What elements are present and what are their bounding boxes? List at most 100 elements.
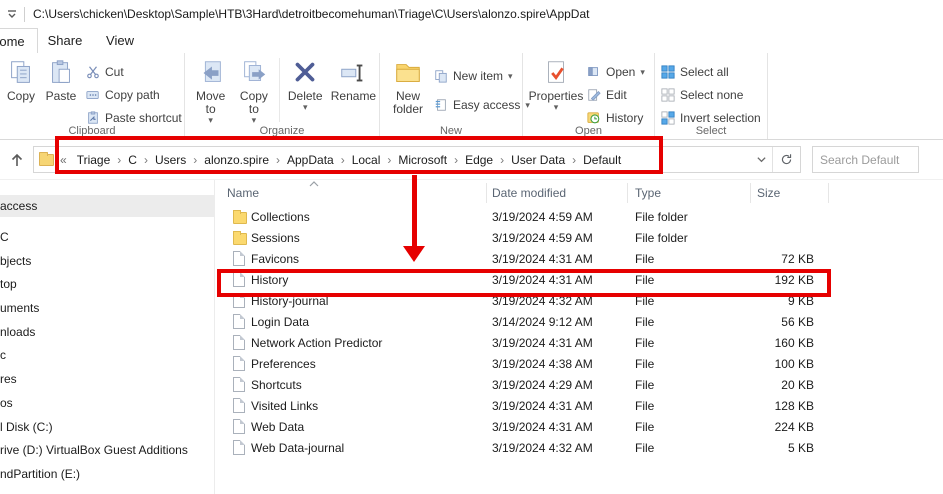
- sidebar-item[interactable]: res: [0, 368, 214, 390]
- address-bar[interactable]: « Triage › C › Users › alonzo.spire › AppData › Lo…: [33, 146, 801, 173]
- select-all-button[interactable]: Select all: [661, 60, 761, 83]
- sidebar-item[interactable]: access: [0, 195, 214, 217]
- up-arrow-icon: [11, 153, 23, 166]
- breadcrumb-item[interactable]: alonzo.spire: [198, 153, 275, 167]
- sidebar-item[interactable]: ndPartition (E:): [0, 463, 214, 485]
- breadcrumb-item[interactable]: Default: [577, 153, 627, 167]
- file-row[interactable]: Favicons 3/19/2024 4:31 AM File 72 KB: [215, 249, 943, 270]
- properties-dropdown-icon: ▾: [553, 102, 559, 112]
- refresh-button[interactable]: [772, 147, 800, 172]
- group-label-open: Open: [575, 125, 602, 137]
- breadcrumb: Triage › C › Users › alonzo.spire › AppData › Loca…: [71, 153, 627, 167]
- new-folder-icon: [396, 64, 420, 82]
- tab-view[interactable]: View: [95, 28, 145, 53]
- properties-button[interactable]: Properties ▾: [527, 56, 585, 112]
- file-row[interactable]: Login Data 3/14/2024 9:12 AM File 56 KB: [215, 312, 943, 333]
- file-type: File: [635, 378, 655, 392]
- column-header-name[interactable]: Name: [227, 186, 259, 200]
- file-row[interactable]: Network Action Predictor 3/19/2024 4:31 A…: [215, 333, 943, 354]
- breadcrumb-item[interactable]: User Data: [505, 153, 571, 167]
- file-row[interactable]: History 3/19/2024 4:31 AM File 192 KB: [215, 270, 943, 291]
- quick-access-toolbar-icon[interactable]: [6, 8, 18, 20]
- easy-access-button[interactable]: Easy access ▾: [434, 93, 530, 116]
- breadcrumb-item[interactable]: Local: [346, 153, 387, 167]
- column-divider[interactable]: [828, 183, 829, 203]
- file-row[interactable]: History-journal 3/19/2024 4:32 AM File 9 KB: [215, 291, 943, 312]
- file-size: 5 KB: [787, 441, 814, 455]
- tab-share-label: Share: [47, 33, 83, 48]
- edit-button[interactable]: Edit: [587, 83, 645, 106]
- column-divider[interactable]: [486, 183, 487, 203]
- titlebar-separator: [24, 6, 25, 22]
- breadcrumb-item[interactable]: Edge: [459, 153, 499, 167]
- file-row[interactable]: Visited Links 3/19/2024 4:31 AM File 128 KB: [215, 396, 943, 417]
- easy-access-button-label: Easy access: [453, 97, 521, 112]
- file-date-modified: 3/19/2024 4:32 AM: [492, 294, 593, 308]
- new-folder-button[interactable]: New folder: [386, 56, 430, 116]
- file-name: Sessions: [251, 231, 300, 245]
- column-divider[interactable]: [750, 183, 751, 203]
- column-header-type[interactable]: Type: [635, 186, 661, 200]
- address-bar-row: « Triage › C › Users › alonzo.spire › AppData › Lo…: [0, 140, 943, 180]
- up-button[interactable]: [4, 147, 30, 173]
- column-divider[interactable]: [627, 183, 628, 203]
- file-size: 9 KB: [787, 294, 814, 308]
- tab-share[interactable]: Share: [40, 28, 90, 53]
- file-size: 72 KB: [781, 252, 814, 266]
- file-icon: [233, 419, 245, 434]
- file-type: File folder: [635, 231, 688, 245]
- ribbon: Copy Paste Cut Copy path Paste shortcut …: [0, 53, 943, 140]
- cut-button[interactable]: Cut: [86, 60, 182, 83]
- copy-to-button[interactable]: Copy to ▾: [232, 56, 275, 125]
- sidebar-item[interactable]: l Disk (C:): [0, 416, 214, 438]
- delete-button[interactable]: Delete ▾: [283, 56, 328, 112]
- file-name: Visited Links: [251, 399, 319, 413]
- file-name: Collections: [251, 210, 310, 224]
- copy-button[interactable]: Copy: [2, 56, 40, 103]
- sidebar-item[interactable]: os: [0, 392, 214, 414]
- file-type: File: [635, 273, 655, 287]
- copy-to-button-label: Copy to: [239, 89, 268, 116]
- copy-path-icon: [86, 90, 99, 99]
- open-button[interactable]: Open ▾: [587, 60, 645, 83]
- file-row[interactable]: Shortcuts 3/19/2024 4:29 AM File 20 KB: [215, 375, 943, 396]
- file-row[interactable]: Web Data 3/19/2024 4:31 AM File 224 KB: [215, 417, 943, 438]
- sidebar-item[interactable]: nloads: [0, 321, 214, 343]
- rename-button-label: Rename: [330, 89, 377, 103]
- file-explorer-window: C:\Users\chicken\Desktop\Sample\HTB\3Har…: [0, 0, 943, 494]
- breadcrumb-item[interactable]: Triage: [71, 153, 117, 167]
- sidebar-item[interactable]: rive (D:) VirtualBox Guest Additions: [0, 439, 214, 461]
- select-none-button[interactable]: Select none: [661, 83, 761, 106]
- file-row[interactable]: Collections 3/19/2024 4:59 AM File folder: [215, 207, 943, 228]
- breadcrumb-item[interactable]: AppData: [281, 153, 340, 167]
- file-size: 224 KB: [774, 420, 814, 434]
- file-row[interactable]: Sessions 3/19/2024 4:59 AM File folder: [215, 228, 943, 249]
- search-input[interactable]: [812, 146, 919, 173]
- sidebar-item[interactable]: uments: [0, 297, 214, 319]
- breadcrumb-item[interactable]: Microsoft: [392, 153, 453, 167]
- column-header-size[interactable]: Size: [757, 186, 780, 200]
- move-to-button[interactable]: Move to ▾: [189, 56, 232, 125]
- sidebar-item[interactable]: C: [0, 226, 214, 248]
- copy-path-button[interactable]: Copy path: [86, 83, 182, 106]
- sidebar-item[interactable]: c: [0, 344, 214, 366]
- file-date-modified: 3/19/2024 4:29 AM: [492, 378, 593, 392]
- breadcrumb-item[interactable]: C: [122, 153, 143, 167]
- file-row[interactable]: Preferences 3/19/2024 4:38 AM File 100 KB: [215, 354, 943, 375]
- file-row[interactable]: Web Data-journal 3/19/2024 4:32 AM File 5 K…: [215, 438, 943, 459]
- file-name: Favicons: [251, 252, 300, 266]
- file-date-modified: 3/19/2024 4:38 AM: [492, 357, 593, 371]
- tab-home[interactable]: ome: [0, 28, 38, 53]
- sidebar-item[interactable]: bjects: [0, 250, 214, 272]
- file-size: 192 KB: [774, 273, 814, 287]
- breadcrumb-overflow-icon[interactable]: «: [60, 153, 67, 167]
- paste-button[interactable]: Paste: [40, 56, 82, 103]
- column-header-row: Name Date modified Type Size: [215, 180, 943, 207]
- rename-button[interactable]: Rename: [328, 56, 379, 103]
- breadcrumb-item[interactable]: Users: [149, 153, 192, 167]
- new-item-button[interactable]: New item ▾: [434, 64, 530, 87]
- column-header-date-modified[interactable]: Date modified: [492, 186, 566, 200]
- address-dropdown-icon[interactable]: [750, 154, 772, 165]
- open-button-label: Open: [606, 64, 636, 79]
- sidebar-item[interactable]: top: [0, 273, 214, 295]
